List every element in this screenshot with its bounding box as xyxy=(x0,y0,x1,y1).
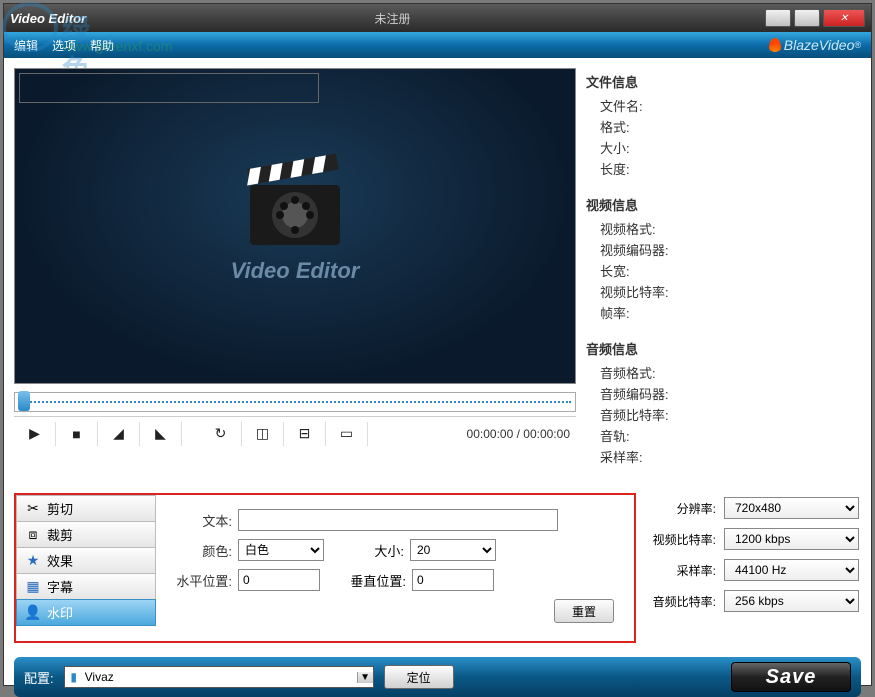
app-window: Video Editor 未注册 ⇧ — ✕ 编辑 选项 帮助 BlazeVid… xyxy=(3,3,872,686)
abitrate-label: 音频比特率: xyxy=(646,593,716,610)
video-dimension-label: 长宽: xyxy=(586,260,861,281)
mark-in-button[interactable]: ◢ xyxy=(98,422,140,446)
text-label: 文本: xyxy=(176,511,232,530)
tab-subtitle[interactable]: ▦字幕 xyxy=(16,573,156,600)
video-info-title: 视频信息 xyxy=(586,195,861,214)
hpos-label: 水平位置: xyxy=(176,571,232,590)
playback-controls: ▶ ■ ◢ ◣ ↻ ◫ ⊟ ▭ 00:00:00 / 00:00:00 xyxy=(14,416,576,446)
edit-tabs: ✂剪切 ⧈裁剪 ★效果 ▦字幕 👤水印 xyxy=(16,495,156,641)
tab-cut[interactable]: ✂剪切 xyxy=(16,495,156,522)
sample-select[interactable]: 44100 Hz xyxy=(724,559,859,581)
output-settings: 分辨率: 720x480 视频比特率: 1200 kbps 采样率: 44100 Hz… xyxy=(646,487,871,643)
file-size-label: 大小: xyxy=(586,137,861,158)
vpos-label: 垂直位置: xyxy=(350,571,406,590)
video-format-label: 视频格式: xyxy=(586,218,861,239)
audio-format-label: 音频格式: xyxy=(586,362,861,383)
stop-button[interactable]: ■ xyxy=(56,422,98,446)
size-label: 大小: xyxy=(354,541,404,560)
menu-edit[interactable]: 编辑 xyxy=(14,37,38,54)
menu-options[interactable]: 选项 xyxy=(52,37,76,54)
chevron-down-icon[interactable]: ▼ xyxy=(357,672,373,683)
video-fps-label: 帧率: xyxy=(586,302,861,323)
reset-button[interactable]: 重置 xyxy=(554,599,614,623)
profile-select[interactable]: ▮ ▼ xyxy=(64,666,374,688)
file-format-label: 格式: xyxy=(586,116,861,137)
audio-sample-label: 采样率: xyxy=(586,446,861,467)
audio-info-title: 音频信息 xyxy=(586,339,861,358)
info-panel: 文件信息 文件名: 格式: 大小: 长度: 视频信息 视频格式: 视频编码器: … xyxy=(586,68,861,487)
color-label: 颜色: xyxy=(176,541,232,560)
preview-label: Video Editor xyxy=(231,258,360,284)
registration-status: 未注册 xyxy=(375,10,411,27)
star-icon: ★ xyxy=(25,552,41,569)
flame-icon xyxy=(769,38,781,52)
scissors-icon: ✂ xyxy=(25,500,41,517)
video-preview: Video Editor xyxy=(14,68,576,384)
timeline-slider[interactable] xyxy=(14,392,576,412)
close-button[interactable]: ✕ xyxy=(823,9,865,27)
menubar: 编辑 选项 帮助 BlazeVideo® xyxy=(4,32,871,58)
file-name-label: 文件名: xyxy=(586,95,861,116)
rotate-button[interactable]: ↻ xyxy=(200,422,242,446)
menu-help[interactable]: 帮助 xyxy=(90,37,114,54)
person-icon: 👤 xyxy=(25,604,41,621)
pin-button[interactable]: ⇧ xyxy=(765,9,791,27)
timeline-handle[interactable] xyxy=(18,391,30,411)
vbitrate-select[interactable]: 1200 kbps xyxy=(724,528,859,550)
color-select[interactable]: 白色 xyxy=(238,539,324,561)
device-icon: ▮ xyxy=(65,670,83,684)
app-title: Video Editor xyxy=(10,11,365,26)
flip-h-button[interactable]: ◫ xyxy=(242,422,284,446)
resolution-select[interactable]: 720x480 xyxy=(724,497,859,519)
text-input[interactable] xyxy=(238,509,558,531)
audio-bitrate-label: 音频比特率: xyxy=(586,404,861,425)
play-button[interactable]: ▶ xyxy=(14,422,56,446)
save-button[interactable]: Save xyxy=(731,662,851,692)
tab-effect[interactable]: ★效果 xyxy=(16,547,156,574)
locate-button[interactable]: 定位 xyxy=(384,665,454,689)
brand-logo: BlazeVideo® xyxy=(769,37,861,53)
fullscreen-button[interactable]: ▭ xyxy=(326,422,368,446)
size-select[interactable]: 20 xyxy=(410,539,496,561)
file-length-label: 长度: xyxy=(586,158,861,179)
video-encoder-label: 视频编码器: xyxy=(586,239,861,260)
watermark-panel: 文本: 颜色: 白色 大小: 20 水平位置: 垂直位置: 重置 xyxy=(156,495,634,641)
tab-watermark[interactable]: 👤水印 xyxy=(16,599,156,626)
clapperboard-icon xyxy=(250,169,340,244)
hpos-input[interactable] xyxy=(238,569,320,591)
file-info-title: 文件信息 xyxy=(586,72,861,91)
flip-v-button[interactable]: ⊟ xyxy=(284,422,326,446)
profile-label: 配置: xyxy=(24,668,54,687)
selection-box[interactable] xyxy=(19,73,319,103)
video-bitrate-label: 视频比特率: xyxy=(586,281,861,302)
sample-label: 采样率: xyxy=(646,562,716,579)
profile-value[interactable] xyxy=(83,667,357,687)
minimize-button[interactable]: — xyxy=(794,9,820,27)
edit-section: ✂剪切 ⧈裁剪 ★效果 ▦字幕 👤水印 文本: 颜色: 白色 大小: 20 xyxy=(14,493,636,643)
crop-icon: ⧈ xyxy=(25,526,41,543)
subtitle-icon: ▦ xyxy=(25,578,41,595)
resolution-label: 分辨率: xyxy=(646,500,716,517)
tab-crop[interactable]: ⧈裁剪 xyxy=(16,521,156,548)
audio-encoder-label: 音频编码器: xyxy=(586,383,861,404)
time-display: 00:00:00 / 00:00:00 xyxy=(467,427,576,441)
titlebar: Video Editor 未注册 ⇧ — ✕ xyxy=(4,4,871,32)
vpos-input[interactable] xyxy=(412,569,494,591)
audio-track-label: 音轨: xyxy=(586,425,861,446)
bottom-bar: 配置: ▮ ▼ 定位 Save xyxy=(14,657,861,697)
mark-out-button[interactable]: ◣ xyxy=(140,422,182,446)
vbitrate-label: 视频比特率: xyxy=(646,531,716,548)
abitrate-select[interactable]: 256 kbps xyxy=(724,590,859,612)
